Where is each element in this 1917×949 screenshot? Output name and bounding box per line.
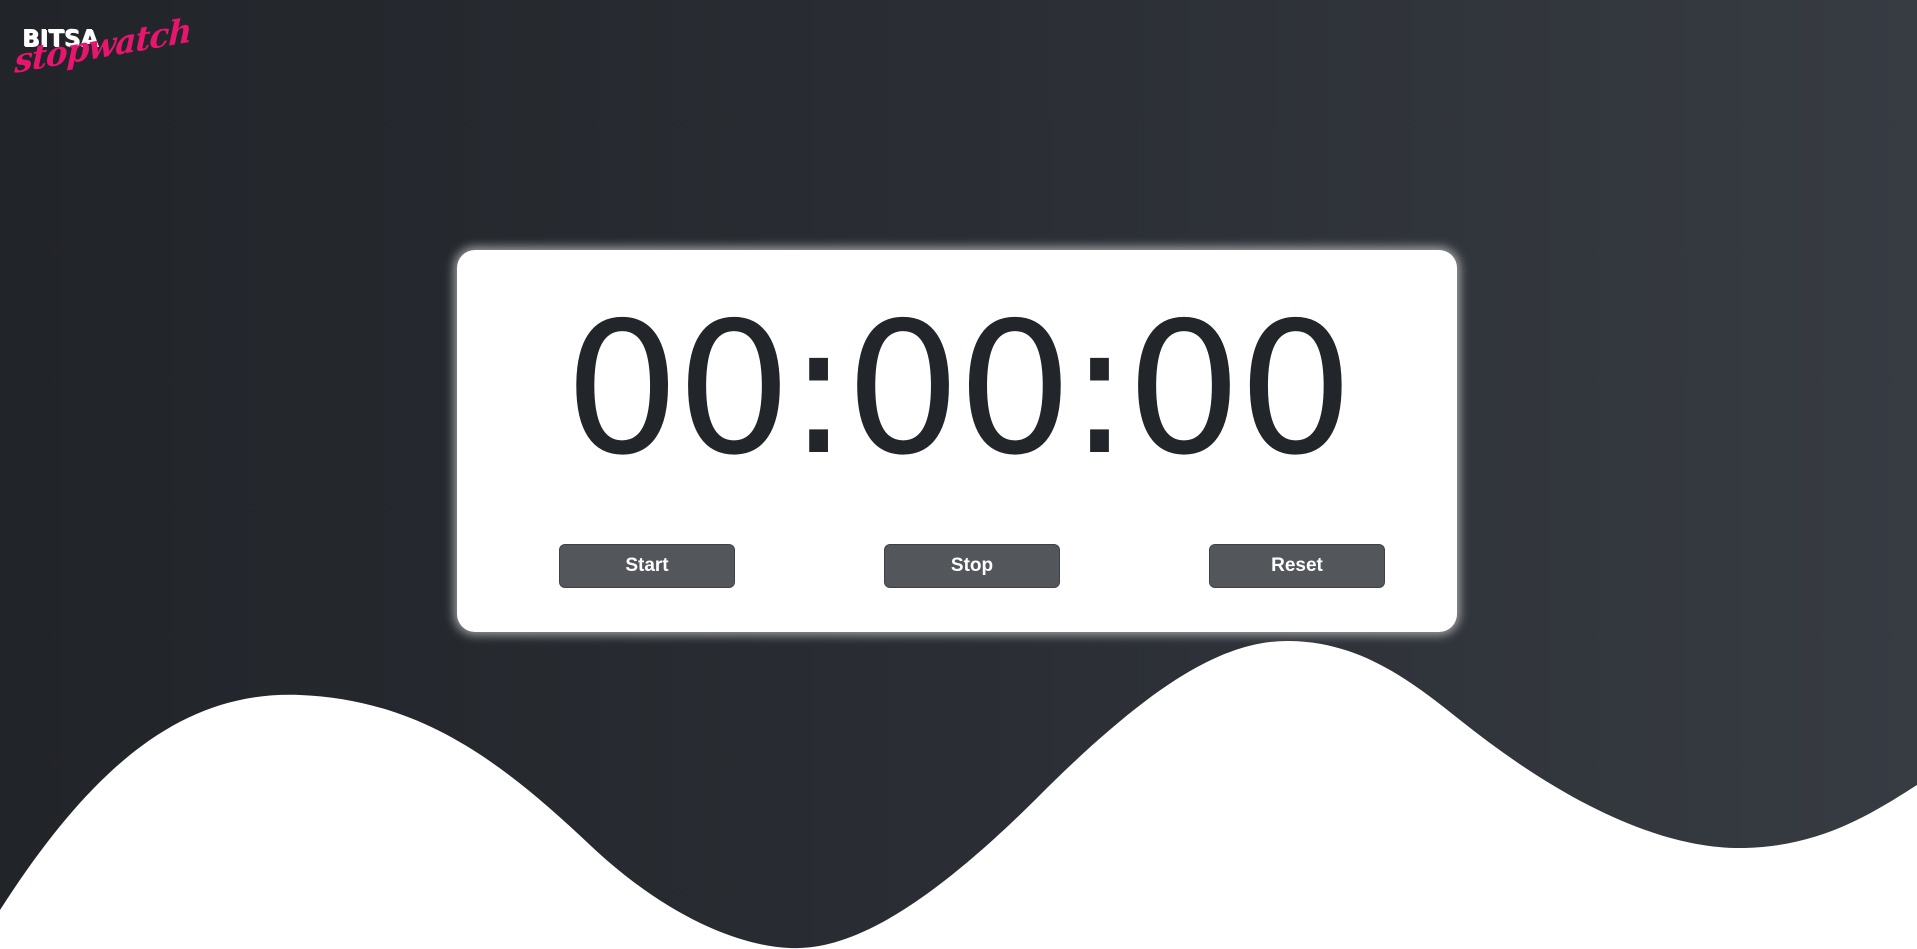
app-logo[interactable]: BITSA stopwatch [14,10,192,92]
stop-button[interactable]: Stop [884,544,1060,588]
stopwatch-card: 00:00:00 Start Stop Reset [457,250,1457,632]
start-button[interactable]: Start [559,544,735,588]
time-display: 00:00:00 [564,283,1353,495]
reset-button[interactable]: Reset [1209,544,1385,588]
